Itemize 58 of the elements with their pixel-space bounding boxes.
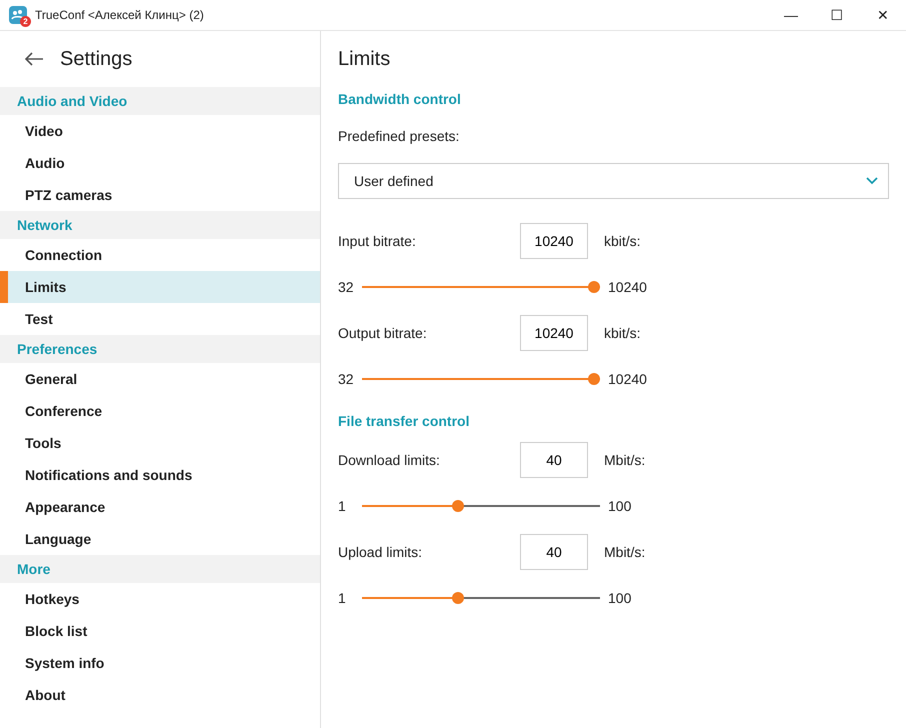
chevron-down-icon <box>866 177 878 185</box>
field-label: Upload limits: <box>338 542 424 562</box>
slider-thumb[interactable] <box>588 281 600 293</box>
minimize-button[interactable]: — <box>768 0 814 30</box>
sidebar-item[interactable]: Limits <box>0 271 320 303</box>
app-logo-icon <box>9 6 27 24</box>
sidebar-title: Settings <box>60 47 132 72</box>
unit-label: Mbit/s: <box>604 450 646 470</box>
field-label: Input bitrate: <box>338 232 417 251</box>
sidebar-item[interactable]: Video <box>0 115 320 147</box>
group-title: File transfer control <box>338 412 470 431</box>
notification-badge: 2 <box>20 16 31 27</box>
slider-max-label: 100 <box>608 588 632 608</box>
section-header: Network <box>0 211 320 239</box>
sidebar-item[interactable]: Language <box>0 523 320 555</box>
section-header: Preferences <box>0 335 320 363</box>
sidebar-item[interactable]: Conference <box>0 395 320 427</box>
number-field[interactable]: 10240 <box>520 223 588 259</box>
page-title: Limits <box>338 47 392 72</box>
section-header: Audio and Video <box>0 87 320 115</box>
maximize-button[interactable]: ☐ <box>814 0 860 30</box>
sidebar-item[interactable]: System info <box>0 647 320 679</box>
back-icon[interactable] <box>24 51 44 67</box>
unit-label: kbit/s: <box>604 324 641 342</box>
number-field[interactable]: 40 <box>520 442 588 478</box>
number-field[interactable]: 10240 <box>520 315 588 351</box>
slider-min-label: 32 <box>338 370 354 386</box>
sidebar-item[interactable]: Notifications and sounds <box>0 459 320 491</box>
sidebar-item[interactable]: Appearance <box>0 491 320 523</box>
field-label: Output bitrate: <box>338 324 428 343</box>
slider-min-label: 1 <box>338 498 346 514</box>
group-title: Bandwidth control <box>338 90 462 109</box>
sidebar-item[interactable]: General <box>0 363 320 395</box>
slider-thumb[interactable] <box>452 500 464 512</box>
slider-min-label: 32 <box>338 278 354 294</box>
slider-max-label: 10240 <box>608 370 647 388</box>
slider-thumb[interactable] <box>588 373 600 385</box>
sidebar-item[interactable]: Block list <box>0 615 320 647</box>
slider-thumb[interactable] <box>452 592 464 604</box>
sidebar-item[interactable]: Hotkeys <box>0 583 320 615</box>
preset-dropdown[interactable]: User defined <box>338 163 889 199</box>
window-title: TrueConf <Алексей Клинц> (2) <box>35 7 205 24</box>
number-field[interactable]: 40 <box>520 534 588 570</box>
sidebar-item[interactable]: About <box>0 679 320 711</box>
sidebar-item[interactable]: Audio <box>0 147 320 179</box>
field-label: Predefined presets: <box>338 127 460 146</box>
slider-min-label: 1 <box>338 590 346 606</box>
close-button[interactable]: ✕ <box>860 0 906 30</box>
sidebar-item[interactable]: Tools <box>0 427 320 459</box>
slider-max-label: 100 <box>608 496 632 516</box>
field-label: Download limits: <box>338 450 441 470</box>
sidebar-item[interactable]: Connection <box>0 239 320 271</box>
sidebar-item[interactable]: PTZ cameras <box>0 179 320 211</box>
unit-label: kbit/s: <box>604 232 641 250</box>
sidebar-item[interactable]: Test <box>0 303 320 335</box>
unit-label: Mbit/s: <box>604 542 646 562</box>
slider-max-label: 10240 <box>608 278 647 296</box>
section-header: More <box>0 555 320 583</box>
